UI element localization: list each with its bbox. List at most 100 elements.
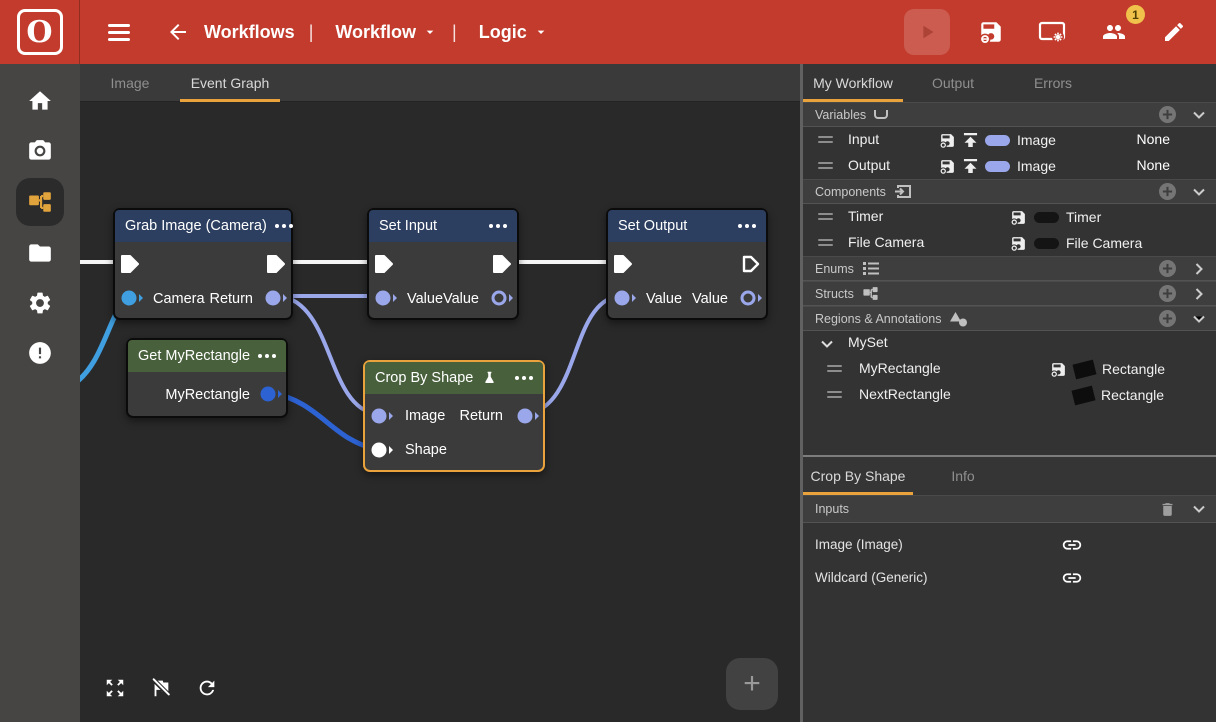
- node-menu-icon[interactable]: [738, 220, 756, 232]
- value-input-pin[interactable]: [374, 289, 398, 307]
- drag-handle[interactable]: [818, 213, 833, 220]
- rail-files-button[interactable]: [14, 230, 66, 276]
- display-settings-button[interactable]: [1032, 14, 1072, 50]
- app-logo[interactable]: O: [0, 0, 80, 64]
- component-row-file-camera[interactable]: File Camera File Camera: [803, 230, 1216, 256]
- return-output-pin[interactable]: [264, 289, 288, 307]
- input-row-wildcard[interactable]: Wildcard (Generic): [803, 562, 1216, 595]
- node-menu-icon[interactable]: [489, 220, 507, 232]
- add-variable-button[interactable]: [1159, 106, 1176, 123]
- region-row-nextrectangle[interactable]: NextRectangle Rectangle: [803, 382, 1216, 408]
- tab-event-graph[interactable]: Event Graph: [180, 64, 280, 102]
- exec-in-pin[interactable]: [613, 254, 633, 274]
- value-input-pin[interactable]: [613, 289, 637, 307]
- node-header[interactable]: Grab Image (Camera): [115, 210, 291, 242]
- node-set-input[interactable]: Set Input Value Value: [367, 208, 519, 320]
- rail-camera-button[interactable]: [14, 128, 66, 174]
- node-header[interactable]: Crop By Shape: [365, 362, 543, 394]
- workflow-dropdown-label: Workflow: [335, 22, 416, 43]
- exec-in-pin[interactable]: [120, 254, 140, 274]
- collapse-variables-button[interactable]: [1190, 106, 1208, 124]
- node-get-myrectangle[interactable]: Get MyRectangle MyRectangle: [126, 338, 288, 418]
- collapse-inputs-button[interactable]: [1190, 500, 1208, 518]
- tab-selected-node[interactable]: Crop By Shape: [803, 457, 913, 495]
- regions-section-header[interactable]: Regions & Annotations: [803, 306, 1216, 331]
- add-region-button[interactable]: [1159, 310, 1176, 327]
- node-grab-image-camera[interactable]: Grab Image (Camera) Camera Return: [113, 208, 293, 320]
- hamburger-menu-button[interactable]: [102, 18, 136, 47]
- drag-handle[interactable]: [827, 365, 842, 372]
- fit-view-button[interactable]: [102, 675, 128, 704]
- variable-row-input[interactable]: Input Image None: [803, 127, 1216, 153]
- add-struct-button[interactable]: [1159, 285, 1176, 302]
- refresh-icon: [196, 677, 218, 699]
- tab-info[interactable]: Info: [913, 457, 1013, 495]
- collapse-components-button[interactable]: [1190, 183, 1208, 201]
- rail-alerts-button[interactable]: [14, 330, 66, 376]
- return-output-pin[interactable]: [516, 407, 540, 425]
- breadcrumb-workflows[interactable]: Workflows: [204, 22, 295, 43]
- camera-input-pin[interactable]: [120, 289, 144, 307]
- myrectangle-output-pin[interactable]: [259, 385, 283, 403]
- flag-off-button[interactable]: [148, 675, 174, 704]
- collapse-regions-button[interactable]: [1190, 310, 1208, 328]
- node-header[interactable]: Set Input: [369, 210, 517, 242]
- structs-section-header[interactable]: Structs: [803, 281, 1216, 306]
- node-header[interactable]: Get MyRectangle: [128, 340, 286, 372]
- node-header[interactable]: Set Output: [608, 210, 766, 242]
- tab-my-workflow[interactable]: My Workflow: [803, 64, 903, 102]
- shape-input-pin[interactable]: [370, 441, 394, 459]
- event-graph-canvas[interactable]: Image Event Graph Grab Image (Camera) Ca…: [80, 64, 800, 722]
- link-input-button[interactable]: [1061, 567, 1083, 592]
- inputs-section-header[interactable]: Inputs: [803, 495, 1216, 523]
- rail-home-button[interactable]: [14, 78, 66, 124]
- drag-handle[interactable]: [818, 162, 833, 169]
- component-row-timer[interactable]: Timer Timer: [803, 204, 1216, 230]
- exec-in-pin[interactable]: [374, 254, 394, 274]
- save-workflow-button[interactable]: [972, 13, 1010, 51]
- node-menu-icon[interactable]: [275, 220, 293, 232]
- workflow-dropdown[interactable]: Workflow: [335, 22, 438, 43]
- node-set-output[interactable]: Set Output Value Value: [606, 208, 768, 320]
- expand-structs-button[interactable]: [1190, 285, 1208, 303]
- value-output-pin[interactable]: [490, 289, 514, 307]
- logic-dropdown[interactable]: Logic: [479, 22, 549, 43]
- exec-out-pin[interactable]: [492, 254, 512, 274]
- drag-handle[interactable]: [818, 136, 833, 143]
- run-workflow-button[interactable]: [904, 9, 950, 55]
- exec-out-pin[interactable]: [266, 254, 286, 274]
- drag-handle[interactable]: [818, 239, 833, 246]
- rail-workflows-button[interactable]: [16, 178, 64, 226]
- drag-handle[interactable]: [827, 391, 842, 398]
- variable-row-output[interactable]: Output Image None: [803, 153, 1216, 179]
- pin-label: Return: [209, 289, 253, 309]
- region-set-row[interactable]: MySet: [803, 331, 1216, 356]
- value-output-pin[interactable]: [739, 289, 763, 307]
- save-link-icon: [939, 158, 956, 175]
- collapse-set-button[interactable]: [820, 337, 834, 351]
- variables-section-header[interactable]: Variables: [803, 102, 1216, 127]
- shapes-icon: [949, 311, 968, 327]
- components-section-header[interactable]: Components: [803, 179, 1216, 204]
- add-component-button[interactable]: [1159, 183, 1176, 200]
- input-row-image[interactable]: Image (Image): [803, 529, 1216, 562]
- rail-settings-button[interactable]: [14, 280, 66, 326]
- node-menu-icon[interactable]: [258, 350, 276, 362]
- node-menu-icon[interactable]: [515, 372, 533, 384]
- refresh-button[interactable]: [194, 675, 220, 704]
- node-crop-by-shape[interactable]: Crop By Shape Image Return Shape: [363, 360, 545, 472]
- enums-section-header[interactable]: Enums: [803, 256, 1216, 281]
- delete-node-button[interactable]: [1159, 501, 1176, 518]
- add-enum-button[interactable]: [1159, 260, 1176, 277]
- exec-out-pin[interactable]: [741, 254, 761, 274]
- region-row-myrectangle[interactable]: MyRectangle Rectangle: [803, 356, 1216, 382]
- link-input-button[interactable]: [1061, 534, 1083, 559]
- image-input-pin[interactable]: [370, 407, 394, 425]
- tab-image[interactable]: Image: [80, 64, 180, 102]
- tab-output[interactable]: Output: [903, 64, 1003, 102]
- tab-errors[interactable]: Errors: [1003, 64, 1103, 102]
- back-button[interactable]: [160, 14, 196, 50]
- add-node-button[interactable]: +: [726, 658, 778, 710]
- edit-button[interactable]: [1156, 14, 1192, 50]
- expand-enums-button[interactable]: [1190, 260, 1208, 278]
